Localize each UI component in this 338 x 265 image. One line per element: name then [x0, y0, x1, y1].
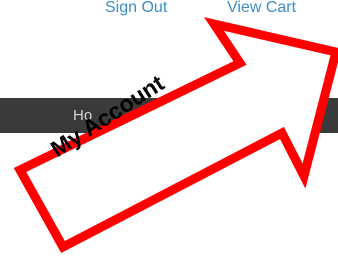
screenshot-stage: rles Sign Out View Cart Ho d My Account [0, 0, 338, 265]
callout-arrow [13, 17, 338, 254]
